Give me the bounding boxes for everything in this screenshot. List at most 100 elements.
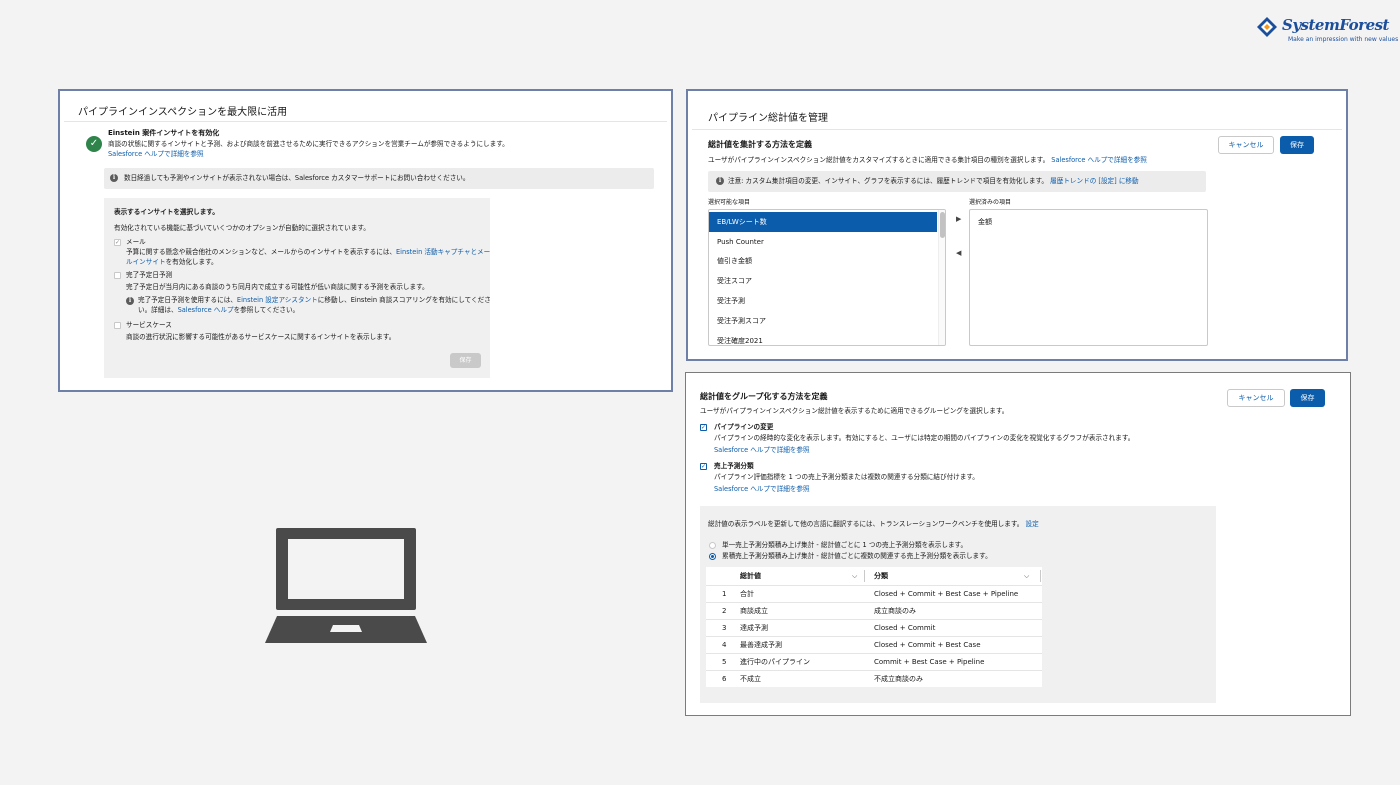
email-desc-2: ルインサイトを有効化します。 xyxy=(126,258,218,266)
save-button[interactable]: 保存 xyxy=(450,353,481,368)
notice-text: 注意: カスタム集計項目の変更、インサイト、グラフを表示するには、履歴トレンドで… xyxy=(728,177,1139,185)
row-total: 不成立 xyxy=(740,675,761,683)
panel-title: パイプラインインスペクションを最大限に活用 xyxy=(78,107,288,118)
close-date-desc: 完了予定日が当月内にある商談のうち同月内で成立する可能性が低い商談に関する予測を… xyxy=(126,283,429,291)
info-icon: i xyxy=(126,297,134,305)
section-title: 総計値を集計する方法を定義 xyxy=(708,140,812,149)
row-category: 成立商談のみ xyxy=(874,607,916,615)
translation-settings-link[interactable]: 設定 xyxy=(1026,520,1039,528)
divider xyxy=(692,129,1342,130)
selected-listbox[interactable]: 金額 xyxy=(969,209,1208,346)
systemforest-logo: SystemForest Make an impression with new… xyxy=(1254,14,1398,46)
single-rollup-radio[interactable] xyxy=(709,542,716,549)
info-icon: i xyxy=(110,174,118,182)
chevron-down-icon[interactable]: ⌵ xyxy=(852,567,857,585)
selected-label: 選択済みの項目 xyxy=(969,199,1012,206)
close-date-label: 完了予定日予測 xyxy=(126,271,173,279)
row-number: 3 xyxy=(722,624,727,632)
move-right-icon[interactable]: ▶ xyxy=(956,215,961,223)
close-date-note: 完了予定日予測を使用するには、Einstein 設定アシスタントに移動し、Ein… xyxy=(138,296,491,304)
scrollbar[interactable] xyxy=(938,210,945,345)
row-number: 4 xyxy=(722,641,727,649)
email-checkbox[interactable]: ✓ xyxy=(114,239,121,246)
forecast-category-help-link[interactable]: Salesforce ヘルプで詳細を参照 xyxy=(714,485,810,494)
email-desc: 予算に関する懸念や競合他社のメンションなど、メールからのインサイトを表示するには… xyxy=(126,248,491,256)
save-button[interactable]: 保存 xyxy=(1290,389,1325,407)
salesforce-help-link[interactable]: Salesforce ヘルプ xyxy=(178,306,234,314)
column-divider[interactable] xyxy=(864,570,865,582)
einstein-desc: 商談の状態に関するインサイトと予測、および商談を前進させるために実行できるアクシ… xyxy=(108,140,509,148)
table-row: 3 達成予測 Closed + Commit xyxy=(706,619,1042,636)
list-item[interactable]: 受注予測スコア xyxy=(709,311,945,331)
available-listbox[interactable]: EB/LWシート数 Push Counter 値引き金額 受注スコア 受注予測 … xyxy=(708,209,946,346)
cancel-button[interactable]: キャンセル xyxy=(1227,389,1285,407)
email-insight-link[interactable]: ルインサイト xyxy=(126,258,166,266)
list-item[interactable]: 受注スコア xyxy=(709,271,945,291)
table-row: 1 合計 Closed + Commit + Best Case + Pipel… xyxy=(706,585,1042,602)
cumulative-rollup-radio[interactable] xyxy=(709,553,716,560)
col-total-header[interactable]: 総計値 xyxy=(740,567,761,585)
logo-mark-icon xyxy=(1257,17,1277,37)
success-check-icon: ✓ xyxy=(86,136,102,152)
table-row: 2 商談成立 成立商談のみ xyxy=(706,602,1042,619)
laptop-icon xyxy=(265,528,427,643)
forecast-category-label: 売上予測分類 xyxy=(714,462,754,470)
pipeline-change-desc: パイプラインの経時的な変化を表示します。有効にすると、ユーザには特定の期間のパイ… xyxy=(714,434,1135,442)
pipeline-change-help-link[interactable]: Salesforce ヘルプで詳細を参照 xyxy=(714,446,810,455)
row-category: Closed + Commit xyxy=(874,624,936,632)
close-date-note-2: い。詳細は、Salesforce ヘルプを参照してください。 xyxy=(138,306,300,314)
logo-name: SystemForest xyxy=(1282,16,1390,34)
forecast-category-checkbox[interactable]: ✓ xyxy=(700,463,707,470)
table-row: 4 最善達成予測 Closed + Commit + Best Case xyxy=(706,636,1042,653)
service-case-label: サービスケース xyxy=(126,321,172,329)
row-total: 商談成立 xyxy=(740,607,768,615)
row-total: 最善達成予測 xyxy=(740,641,782,649)
logo-tagline: Make an impression with new values xyxy=(1288,36,1399,43)
row-category: Closed + Commit + Best Case + Pipeline xyxy=(874,590,1019,598)
history-settings-link[interactable]: 履歴トレンドの [設定] に移動 xyxy=(1050,177,1138,185)
list-item[interactable]: EB/LWシート数 xyxy=(709,212,937,232)
section-title: 総計値をグループ化する方法を定義 xyxy=(700,392,828,401)
column-divider[interactable] xyxy=(1040,570,1041,582)
forecast-category-desc: パイプライン評価指標を 1 つの売上予測分類または複数の関連する分類に結び付けま… xyxy=(714,473,979,481)
help-link[interactable]: Salesforce ヘルプで詳細を参照 xyxy=(1051,156,1147,164)
row-number: 1 xyxy=(722,590,727,598)
section-desc: ユーザがパイプラインインスペクション総計値を表示するために適用できるグルーピング… xyxy=(700,407,1009,415)
service-case-checkbox[interactable] xyxy=(114,322,121,329)
einstein-help-link[interactable]: Salesforce ヘルプで詳細を参照 xyxy=(108,150,204,159)
panel-title: パイプライン総計値を管理 xyxy=(708,113,828,124)
save-button[interactable]: 保存 xyxy=(1280,136,1314,154)
row-category: Closed + Commit + Best Case xyxy=(874,641,981,649)
col-category-header[interactable]: 分類 xyxy=(874,567,888,585)
chevron-down-icon[interactable]: ⌵ xyxy=(1024,567,1029,585)
divider xyxy=(64,121,667,122)
einstein-setup-link[interactable]: Einstein 設定アシスタント xyxy=(237,296,318,304)
single-rollup-label: 単一売上予測分類積み上げ集計 - 総計値ごとに 1 つの売上予測分類を表示します… xyxy=(722,541,968,549)
available-label: 選択可能な項目 xyxy=(708,199,751,206)
scroll-thumb[interactable] xyxy=(940,212,945,238)
email-label: メール xyxy=(126,238,146,246)
table-row: 5 進行中のパイプライン Commit + Best Case + Pipeli… xyxy=(706,653,1042,670)
notice-text: 数日経過しても予測やインサイトが表示されない場合は、Salesforce カスタ… xyxy=(124,174,470,182)
row-total: 合計 xyxy=(740,590,754,598)
einstein-title: Einstein 案件インサイトを有効化 xyxy=(108,129,220,137)
list-item[interactable]: Push Counter xyxy=(709,232,945,252)
pipeline-change-checkbox[interactable]: ✓ xyxy=(700,424,707,431)
select-desc: 有効化されている機能に基づいていくつかのオプションが自動的に選択されています。 xyxy=(114,224,370,232)
pipeline-change-label: パイプラインの変更 xyxy=(714,423,774,431)
row-number: 6 xyxy=(722,675,727,683)
list-item[interactable]: 受注予測 xyxy=(709,291,945,311)
close-date-checkbox[interactable] xyxy=(114,272,121,279)
list-item[interactable]: 受注確度2021 xyxy=(709,331,945,345)
service-case-desc: 商談の進行状況に影響する可能性があるサービスケースに関するインサイトを表示します… xyxy=(126,333,396,341)
list-item[interactable]: 金額 xyxy=(970,212,1207,232)
email-activity-link[interactable]: Einstein 活動キャプチャとメー xyxy=(396,248,490,256)
row-category: Commit + Best Case + Pipeline xyxy=(874,658,985,666)
info-icon: i xyxy=(716,177,724,185)
table-row: 6 不成立 不成立商談のみ xyxy=(706,670,1042,687)
row-category: 不成立商談のみ xyxy=(874,675,923,683)
cumulative-rollup-label: 累積売上予測分類積み上げ集計 - 総計値ごとに複数の関連する売上予測分類を表示し… xyxy=(722,552,992,560)
list-item[interactable]: 値引き金額 xyxy=(709,251,945,271)
cancel-button[interactable]: キャンセル xyxy=(1218,136,1274,154)
move-left-icon[interactable]: ◀ xyxy=(956,249,961,257)
